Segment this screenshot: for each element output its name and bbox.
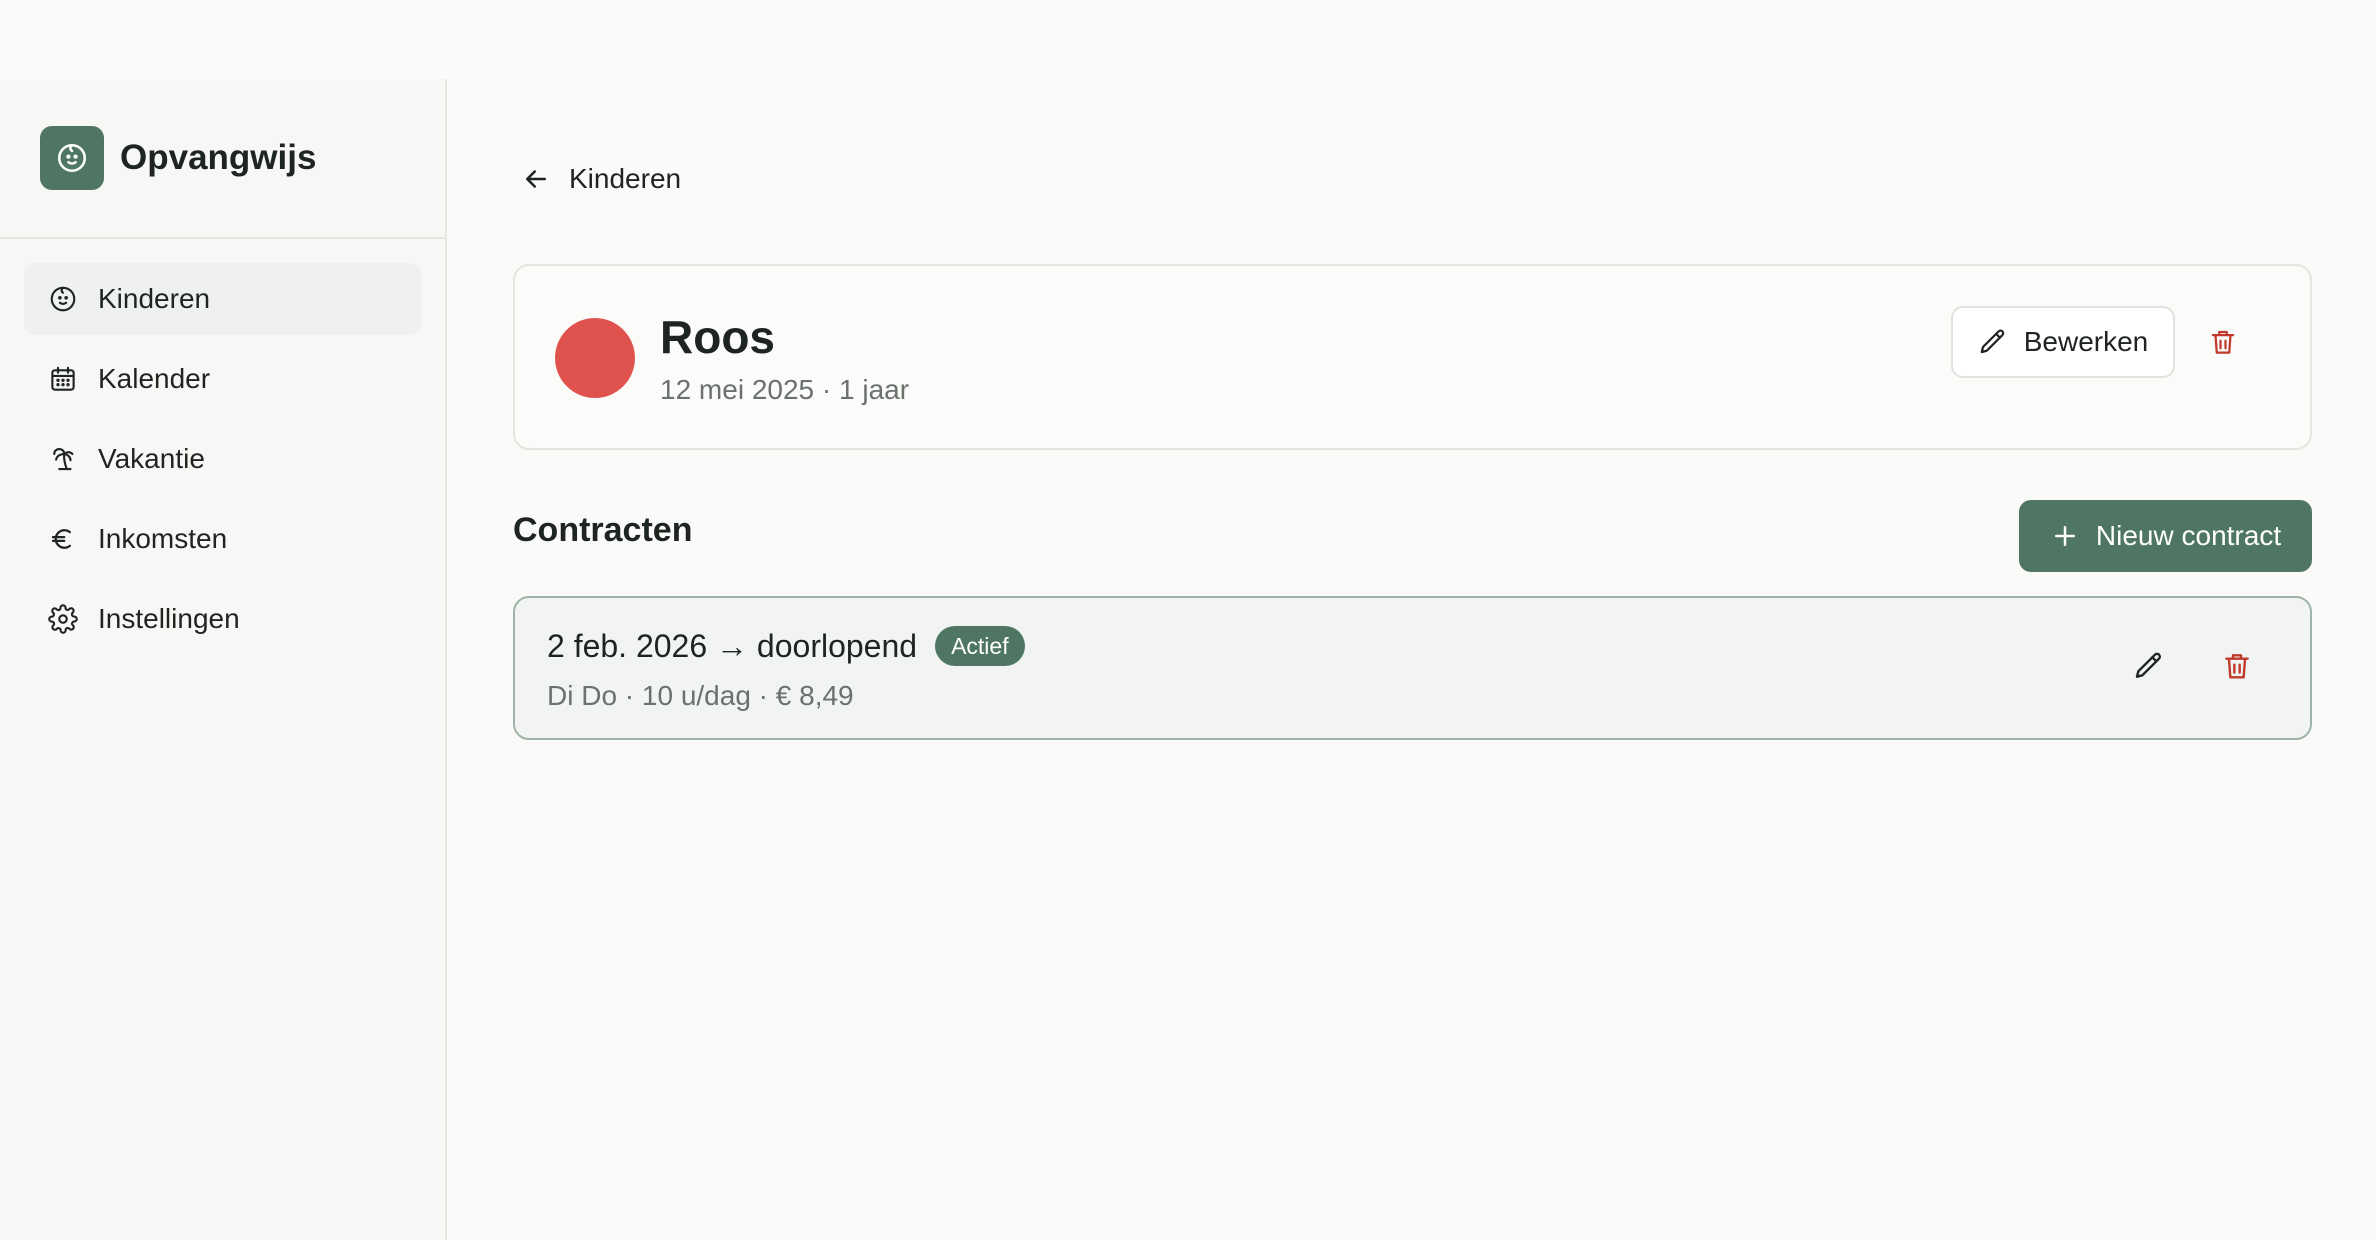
palm-tree-icon	[53, 447, 74, 471]
new-contract-label: Nieuw contract	[2095, 520, 2282, 551]
child-color-dot	[555, 318, 635, 398]
back-link[interactable]: Kinderen	[521, 159, 681, 199]
brand-name: Opvangwijs	[120, 138, 317, 177]
contracts-heading: Contracten	[513, 511, 693, 549]
calendar-icon	[51, 366, 75, 391]
sidebar-item-label: Vakantie	[98, 443, 205, 474]
delete-contract-button[interactable]	[2217, 646, 2257, 686]
sidebar-nav: Kinderen Kalender Vakantie Inkomsten Ins…	[0, 239, 445, 655]
back-link-label: Kinderen	[569, 163, 682, 194]
main-content: Kinderen Roos 12 mei 2025 · 1 jaar Bewer…	[449, 79, 2376, 1240]
sidebar-item-label: Inkomsten	[98, 523, 228, 554]
new-contract-button[interactable]: Nieuw contract	[2019, 500, 2312, 572]
delete-child-button[interactable]	[2203, 322, 2243, 362]
trash-icon	[2211, 330, 2235, 354]
child-birthdate: 12 mei 2025 · 1 jaar	[660, 374, 910, 405]
trash-icon	[2225, 654, 2249, 679]
edit-child-button[interactable]: Bewerken	[1951, 306, 2175, 378]
sidebar-item-label: Kinderen	[98, 283, 211, 314]
contract-period-text: 2 feb. 2026 → doorlopend	[547, 627, 918, 664]
pencil-icon	[1980, 329, 2004, 354]
baby-face-icon	[40, 126, 104, 190]
sidebar-item-kinderen[interactable]: Kinderen	[24, 263, 421, 335]
sidebar-item-kalender[interactable]: Kalender	[24, 343, 421, 415]
sidebar-item-inkomsten[interactable]: Inkomsten	[24, 503, 421, 575]
sidebar-item-instellingen[interactable]: Instellingen	[24, 583, 421, 655]
status-badge: Actief	[935, 626, 1025, 666]
arrow-left-icon	[526, 170, 546, 188]
contract-card[interactable]: 2 feb. 2026 → doorlopend Actief Di Do · …	[513, 596, 2312, 740]
pencil-icon	[2135, 652, 2162, 678]
app-shell: Opvangwijs Kinderen Kalender Vakantie In…	[0, 79, 2376, 1240]
sidebar-item-label: Instellingen	[98, 603, 240, 634]
brand[interactable]: Opvangwijs	[0, 79, 445, 239]
baby-face-icon	[50, 286, 76, 312]
edit-child-label: Bewerken	[2023, 326, 2149, 357]
child-card: Roos 12 mei 2025 · 1 jaar Bewerken	[513, 264, 2312, 450]
euro-icon	[51, 529, 71, 549]
child-name: Roos	[660, 311, 775, 363]
plus-icon	[2054, 526, 2075, 546]
sidebar-item-vakantie[interactable]: Vakantie	[24, 423, 421, 495]
contract-details: Di Do · 10 u/dag · € 8,49	[547, 680, 854, 711]
sidebar-item-label: Kalender	[98, 363, 211, 394]
gear-icon	[48, 604, 78, 634]
edit-contract-button[interactable]	[2129, 646, 2169, 686]
contract-period: 2 feb. 2026 → doorlopend Actief	[547, 626, 1025, 666]
sidebar: Opvangwijs Kinderen Kalender Vakantie In…	[0, 79, 447, 1240]
